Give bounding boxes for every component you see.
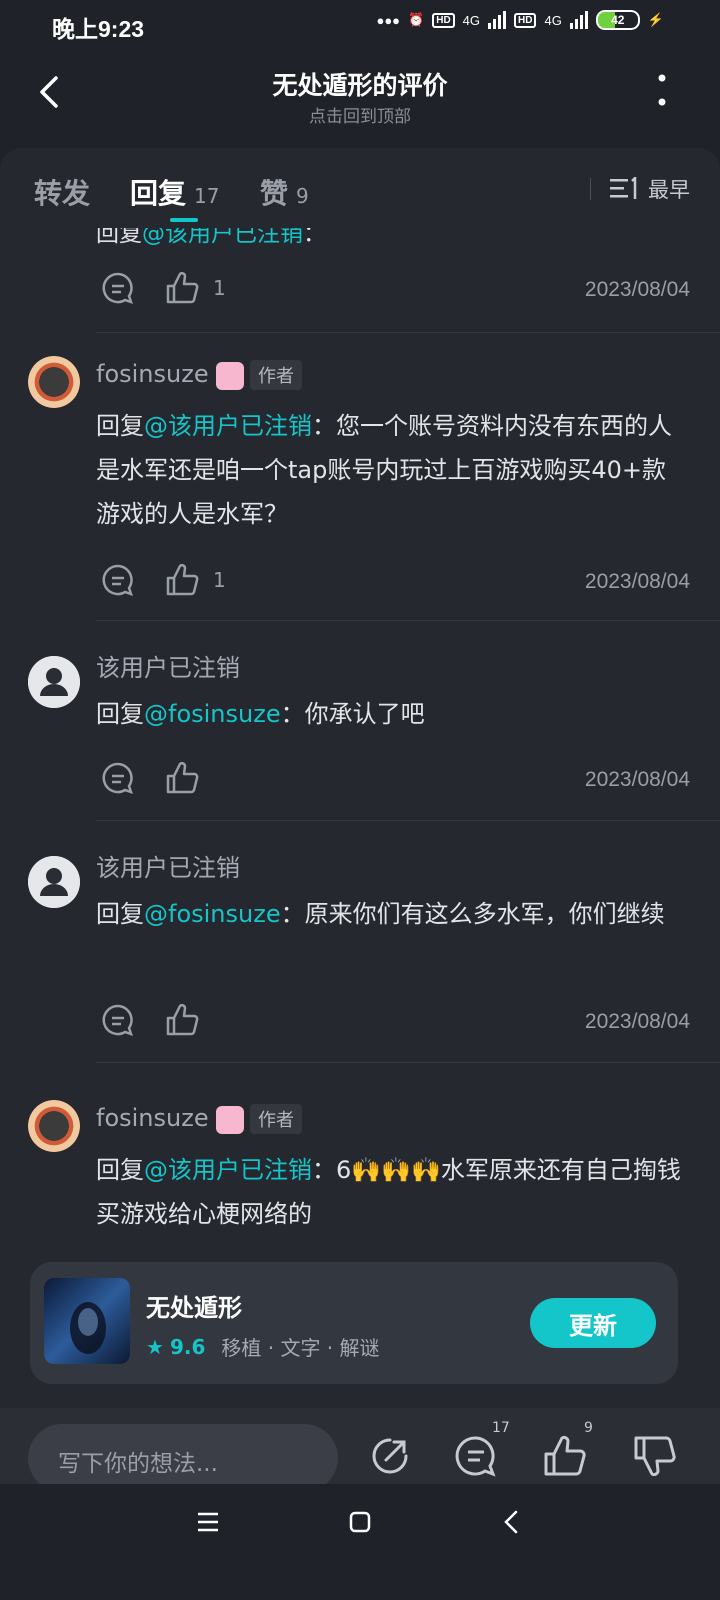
network-type-label-2: 4G xyxy=(544,12,562,28)
tab-replies[interactable]: 回复 17 xyxy=(130,172,219,222)
hd-icon: HD xyxy=(432,12,455,28)
battery-icon: 42 xyxy=(595,10,640,30)
avatar[interactable] xyxy=(28,356,80,408)
reply-text[interactable]: 回复@fosinsuze：你承认了吧 xyxy=(96,692,686,736)
like-icon[interactable] xyxy=(164,760,200,796)
back-to-top-hint[interactable]: 点击回到顶部 xyxy=(0,102,720,127)
like-count: 1 xyxy=(213,276,226,300)
reply-date: 2023/08/04 xyxy=(584,570,690,593)
reply-icon[interactable] xyxy=(452,1432,500,1480)
comment-input[interactable]: 写下你的想法... xyxy=(28,1424,338,1492)
signal-icon xyxy=(488,11,507,29)
network-type-label: 4G xyxy=(462,12,481,28)
status-bar: 晚上9:23 ●●● ⏰ HD 4G HD 4G 42 ⚡ xyxy=(0,0,720,44)
reply-actions: 2023/08/04 xyxy=(100,760,690,800)
author-tag: 作者 xyxy=(250,1104,302,1134)
like-count: 9 xyxy=(584,1420,593,1436)
more-dots-icon: ●●● xyxy=(376,12,401,28)
reply-text[interactable]: 回复@fosinsuze：原来你们有这么多水军，你们继续 xyxy=(96,892,686,936)
hd-icon-2: HD xyxy=(514,12,537,28)
tab-likes[interactable]: 赞9 xyxy=(260,172,309,212)
alarm-icon: ⏰ xyxy=(408,12,425,27)
game-score: 9.6 xyxy=(169,1334,206,1359)
update-button[interactable]: 更新 xyxy=(530,1298,656,1348)
sort-icon xyxy=(610,177,637,199)
default-avatar-icon[interactable] xyxy=(28,656,80,708)
page-title[interactable]: 无处遁形的评价 xyxy=(0,66,720,102)
page-header: 无处遁形的评价 点击回到顶部 xyxy=(0,44,720,148)
more-vertical-icon[interactable] xyxy=(654,70,670,110)
game-rating: ★ 9.6 移植 · 文字 · 解谜 xyxy=(146,1332,380,1361)
sort-button[interactable]: 最早 xyxy=(610,174,690,204)
like-icon[interactable] xyxy=(164,1002,200,1038)
share-icon[interactable] xyxy=(366,1432,414,1480)
dislike-icon[interactable] xyxy=(630,1432,678,1480)
like-icon[interactable] xyxy=(164,270,200,306)
replies-panel: 转发 回复 17 赞9 最早 回复@该用户已注销： 1 2023/08/04 fo… xyxy=(0,148,720,1408)
reply-text[interactable]: 回复@该用户已注销：6🙌🙌🙌水军原来还有自己掏钱买游戏给心梗网络的 xyxy=(96,1148,686,1236)
divider xyxy=(96,620,720,621)
default-avatar-icon[interactable] xyxy=(28,856,80,908)
reply-author[interactable]: 该用户已注销 xyxy=(96,648,240,683)
status-time: 晚上9:23 xyxy=(52,16,145,42)
reply-actions: 1 2023/08/04 xyxy=(100,270,690,310)
divider xyxy=(96,332,720,333)
like-icon[interactable] xyxy=(540,1432,588,1480)
sort-divider xyxy=(590,178,591,200)
tab-repost[interactable]: 转发 xyxy=(34,172,90,212)
status-icons: ●●● ⏰ HD 4G HD 4G 42 ⚡ xyxy=(376,10,664,30)
user-level-badge-icon xyxy=(216,1106,244,1134)
like-icon[interactable] xyxy=(164,562,200,598)
avatar[interactable] xyxy=(28,1100,80,1152)
charging-icon: ⚡ xyxy=(647,12,664,27)
game-card[interactable]: 无处遁形 ★ 9.6 移植 · 文字 · 解谜 更新 xyxy=(30,1262,678,1384)
menu-icon[interactable] xyxy=(196,1510,220,1534)
reply-text[interactable]: 回复@该用户已注销：您一个账号资料内没有东西的人是水军还是咱一个tap账号内玩过… xyxy=(96,404,686,536)
home-icon[interactable] xyxy=(348,1510,372,1534)
signal-icon-2 xyxy=(569,11,588,29)
author-tag: 作者 xyxy=(250,360,302,390)
back-icon[interactable] xyxy=(500,1510,524,1534)
reply-date: 2023/08/04 xyxy=(584,278,690,301)
reply-actions: 1 2023/08/04 xyxy=(100,562,690,602)
reply-count: 17 xyxy=(492,1420,510,1436)
reply-author[interactable]: 该用户已注销 xyxy=(96,848,240,883)
like-count: 1 xyxy=(213,568,226,592)
tab-bar: 转发 回复 17 赞9 最早 xyxy=(0,148,720,228)
game-cover-image xyxy=(44,1278,130,1364)
star-icon: ★ xyxy=(146,1334,164,1359)
reply-author[interactable]: fosinsuze xyxy=(96,360,209,388)
reply-date: 2023/08/04 xyxy=(584,768,690,791)
comment-icon[interactable] xyxy=(100,562,136,598)
user-level-badge-icon xyxy=(216,362,244,390)
comment-input-placeholder: 写下你的想法... xyxy=(58,1451,218,1477)
comment-icon[interactable] xyxy=(100,1002,136,1038)
reply-author[interactable]: fosinsuze xyxy=(96,1104,209,1132)
system-nav-bar xyxy=(0,1484,720,1600)
reply-date: 2023/08/04 xyxy=(584,1010,690,1033)
game-tags: 移植 · 文字 · 解谜 xyxy=(221,1336,380,1360)
divider xyxy=(96,820,720,821)
sort-label: 最早 xyxy=(648,178,690,202)
game-name: 无处遁形 xyxy=(146,1294,242,1322)
comment-icon[interactable] xyxy=(100,270,136,306)
reply-actions: 2023/08/04 xyxy=(100,1002,690,1042)
comment-icon[interactable] xyxy=(100,760,136,796)
divider xyxy=(96,1062,720,1063)
